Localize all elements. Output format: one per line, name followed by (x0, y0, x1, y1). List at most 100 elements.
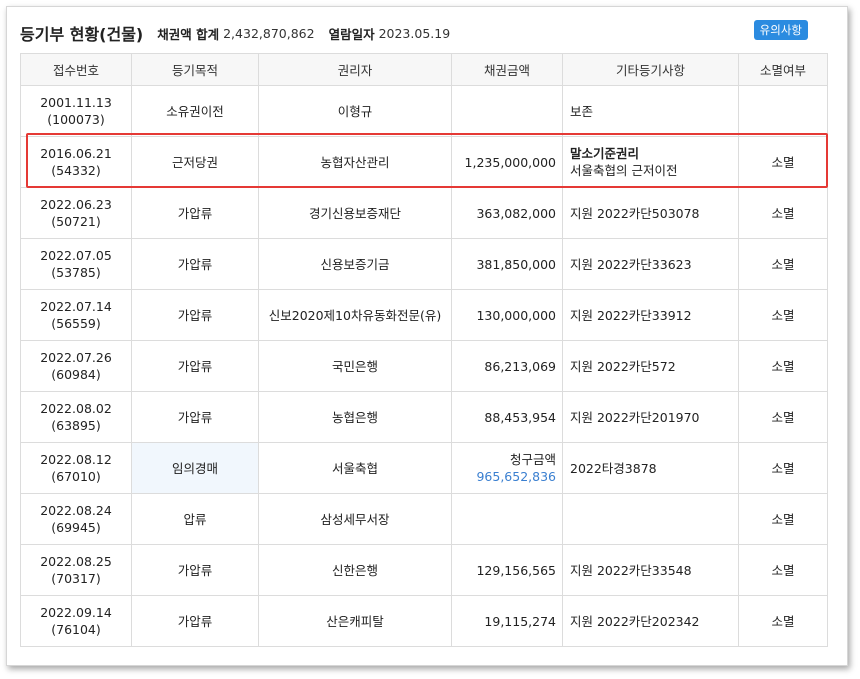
receipt-cell: 2022.06.23 (50721) (20, 187, 132, 239)
column-header: 권리자 (258, 53, 452, 86)
status-cell: 소멸 (738, 187, 828, 239)
receipt-date: 2022.07.26 (40, 350, 112, 365)
table-row: 2022.08.12 (67010) 임의경매 서울축협 청구금액 965,652,… (20, 442, 828, 494)
table-row: 2001.11.13 (100073) 소유권이전 이형규 보존 (20, 85, 828, 137)
status-cell: 소멸 (738, 442, 828, 494)
purpose-cell: 가압류 (131, 340, 259, 392)
receipt-date: 2001.11.13 (40, 95, 112, 110)
status-cell: 소멸 (738, 493, 828, 545)
purpose-cell: 근저당권 (131, 136, 259, 188)
amount-cell: 19,115,274 (451, 595, 563, 647)
holder-cell: 농협은행 (258, 391, 452, 443)
receipt-number: (54332) (51, 163, 101, 178)
purpose-cell: 가압류 (131, 391, 259, 443)
column-header: 접수번호 (20, 53, 132, 86)
etc-cell: 지원 2022카단572 (562, 340, 739, 392)
notice-button[interactable]: 유의사항 (753, 20, 808, 40)
receipt-number: (63895) (51, 418, 101, 433)
purpose-cell: 임의경매 (131, 442, 259, 494)
amount-cell (451, 493, 563, 545)
table-row: 2022.07.05 (53785) 가압류 신용보증기금 381,850,000… (20, 238, 828, 290)
receipt-number: (70317) (51, 571, 101, 586)
total-claims-label: 채권액 합계 (157, 26, 220, 42)
status-cell (738, 85, 828, 137)
receipt-number: (60984) (51, 367, 101, 382)
holder-cell: 농협자산관리 (258, 136, 452, 188)
status-cell: 소멸 (738, 595, 828, 647)
purpose-cell: 가압류 (131, 187, 259, 239)
holder-cell: 신보2020제10차유동화전문(유) (258, 289, 452, 341)
etc-note: 서울축협의 근저이전 (570, 163, 678, 178)
amount-cell: 1,235,000,000 (451, 136, 563, 188)
column-header: 채권금액 (451, 53, 563, 86)
receipt-date: 2022.09.14 (40, 605, 112, 620)
view-date-value: 2023.05.19 (378, 25, 451, 41)
receipt-cell: 2022.07.26 (60984) (20, 340, 132, 392)
receipt-date: 2022.06.23 (40, 197, 112, 212)
table-row: 2016.06.21 (54332) 근저당권 농협자산관리 1,235,000,… (20, 136, 828, 188)
table-row: 2022.08.25 (70317) 가압류 신한은행 129,156,565 지… (20, 544, 828, 596)
table-row: 2022.08.24 (69945) 압류 삼성세무서장 소멸 (20, 493, 828, 545)
view-date-label: 열람일자 (328, 26, 375, 42)
holder-cell: 국민은행 (258, 340, 452, 392)
holder-cell: 이형규 (258, 85, 452, 137)
panel-header: 등기부 현황(건물) 채권액 합계 2,432,870,862 열람일자 202… (20, 20, 828, 46)
table-row: 2022.07.14 (56559) 가압류 신보2020제10차유동화전문(유)… (20, 289, 828, 341)
receipt-number: (67010) (51, 469, 101, 484)
amount-cell: 381,850,000 (451, 238, 563, 290)
etc-cell: 지원 2022카단201970 (562, 391, 739, 443)
purpose-cell: 가압류 (131, 289, 259, 341)
holder-cell: 서울축협 (258, 442, 452, 494)
receipt-date: 2022.07.14 (40, 299, 112, 314)
etc-cell (562, 493, 739, 545)
receipt-date: 2022.08.24 (40, 503, 112, 518)
claim-amount-value: 965,652,836 (476, 469, 556, 484)
table-row: 2022.07.26 (60984) 가압류 국민은행 86,213,069 지원… (20, 340, 828, 392)
receipt-cell: 2022.08.12 (67010) (20, 442, 132, 494)
status-cell: 소멸 (738, 391, 828, 443)
receipt-number: (76104) (51, 622, 101, 637)
table-row: 2022.06.23 (50721) 가압류 경기신용보증재단 363,082,0… (20, 187, 828, 239)
status-cell: 소멸 (738, 238, 828, 290)
receipt-number: (50721) (51, 214, 101, 229)
status-cell: 소멸 (738, 544, 828, 596)
claim-amount-label: 청구금액 (509, 452, 556, 467)
table-row: 2022.08.02 (63895) 가압류 농협은행 88,453,954 지원… (20, 391, 828, 443)
receipt-date: 2022.08.12 (40, 452, 112, 467)
holder-cell: 산은캐피탈 (258, 595, 452, 647)
amount-cell: 88,453,954 (451, 391, 563, 443)
receipt-cell: 2022.09.14 (76104) (20, 595, 132, 647)
amount-cell: 청구금액 965,652,836 (451, 442, 563, 494)
receipt-date: 2022.08.02 (40, 401, 112, 416)
purpose-cell: 가압류 (131, 544, 259, 596)
etc-cell: 말소기준권리서울축협의 근저이전 (562, 136, 739, 188)
purpose-cell: 소유권이전 (131, 85, 259, 137)
holder-cell: 경기신용보증재단 (258, 187, 452, 239)
column-header: 소멸여부 (738, 53, 828, 86)
status-cell: 소멸 (738, 136, 828, 188)
etc-cell: 2022타경3878 (562, 442, 739, 494)
holder-cell: 신한은행 (258, 544, 452, 596)
receipt-number: (100073) (47, 112, 105, 127)
receipt-number: (56559) (51, 316, 101, 331)
receipt-date: 2022.08.25 (40, 554, 112, 569)
amount-cell: 129,156,565 (451, 544, 563, 596)
receipt-date: 2022.07.05 (40, 248, 112, 263)
table-header-row: 접수번호 등기목적 권리자 채권금액 기타등기사항 소멸여부 (20, 53, 828, 86)
receipt-cell: 2022.08.24 (69945) (20, 493, 132, 545)
receipt-number: (69945) (51, 520, 101, 535)
status-cell: 소멸 (738, 289, 828, 341)
amount-cell: 130,000,000 (451, 289, 563, 341)
base-right-label: 말소기준권리 (570, 146, 640, 161)
status-cell: 소멸 (738, 340, 828, 392)
purpose-cell: 가압류 (131, 238, 259, 290)
receipt-cell: 2022.08.25 (70317) (20, 544, 132, 596)
etc-cell: 지원 2022카단202342 (562, 595, 739, 647)
amount-cell (451, 85, 563, 137)
receipt-cell: 2022.08.02 (63895) (20, 391, 132, 443)
page-title: 등기부 현황(건물) (20, 25, 144, 44)
column-header: 등기목적 (131, 53, 259, 86)
purpose-cell: 가압류 (131, 595, 259, 647)
holder-cell: 삼성세무서장 (258, 493, 452, 545)
registry-table: 접수번호 등기목적 권리자 채권금액 기타등기사항 소멸여부 2001.11.1… (20, 53, 828, 647)
